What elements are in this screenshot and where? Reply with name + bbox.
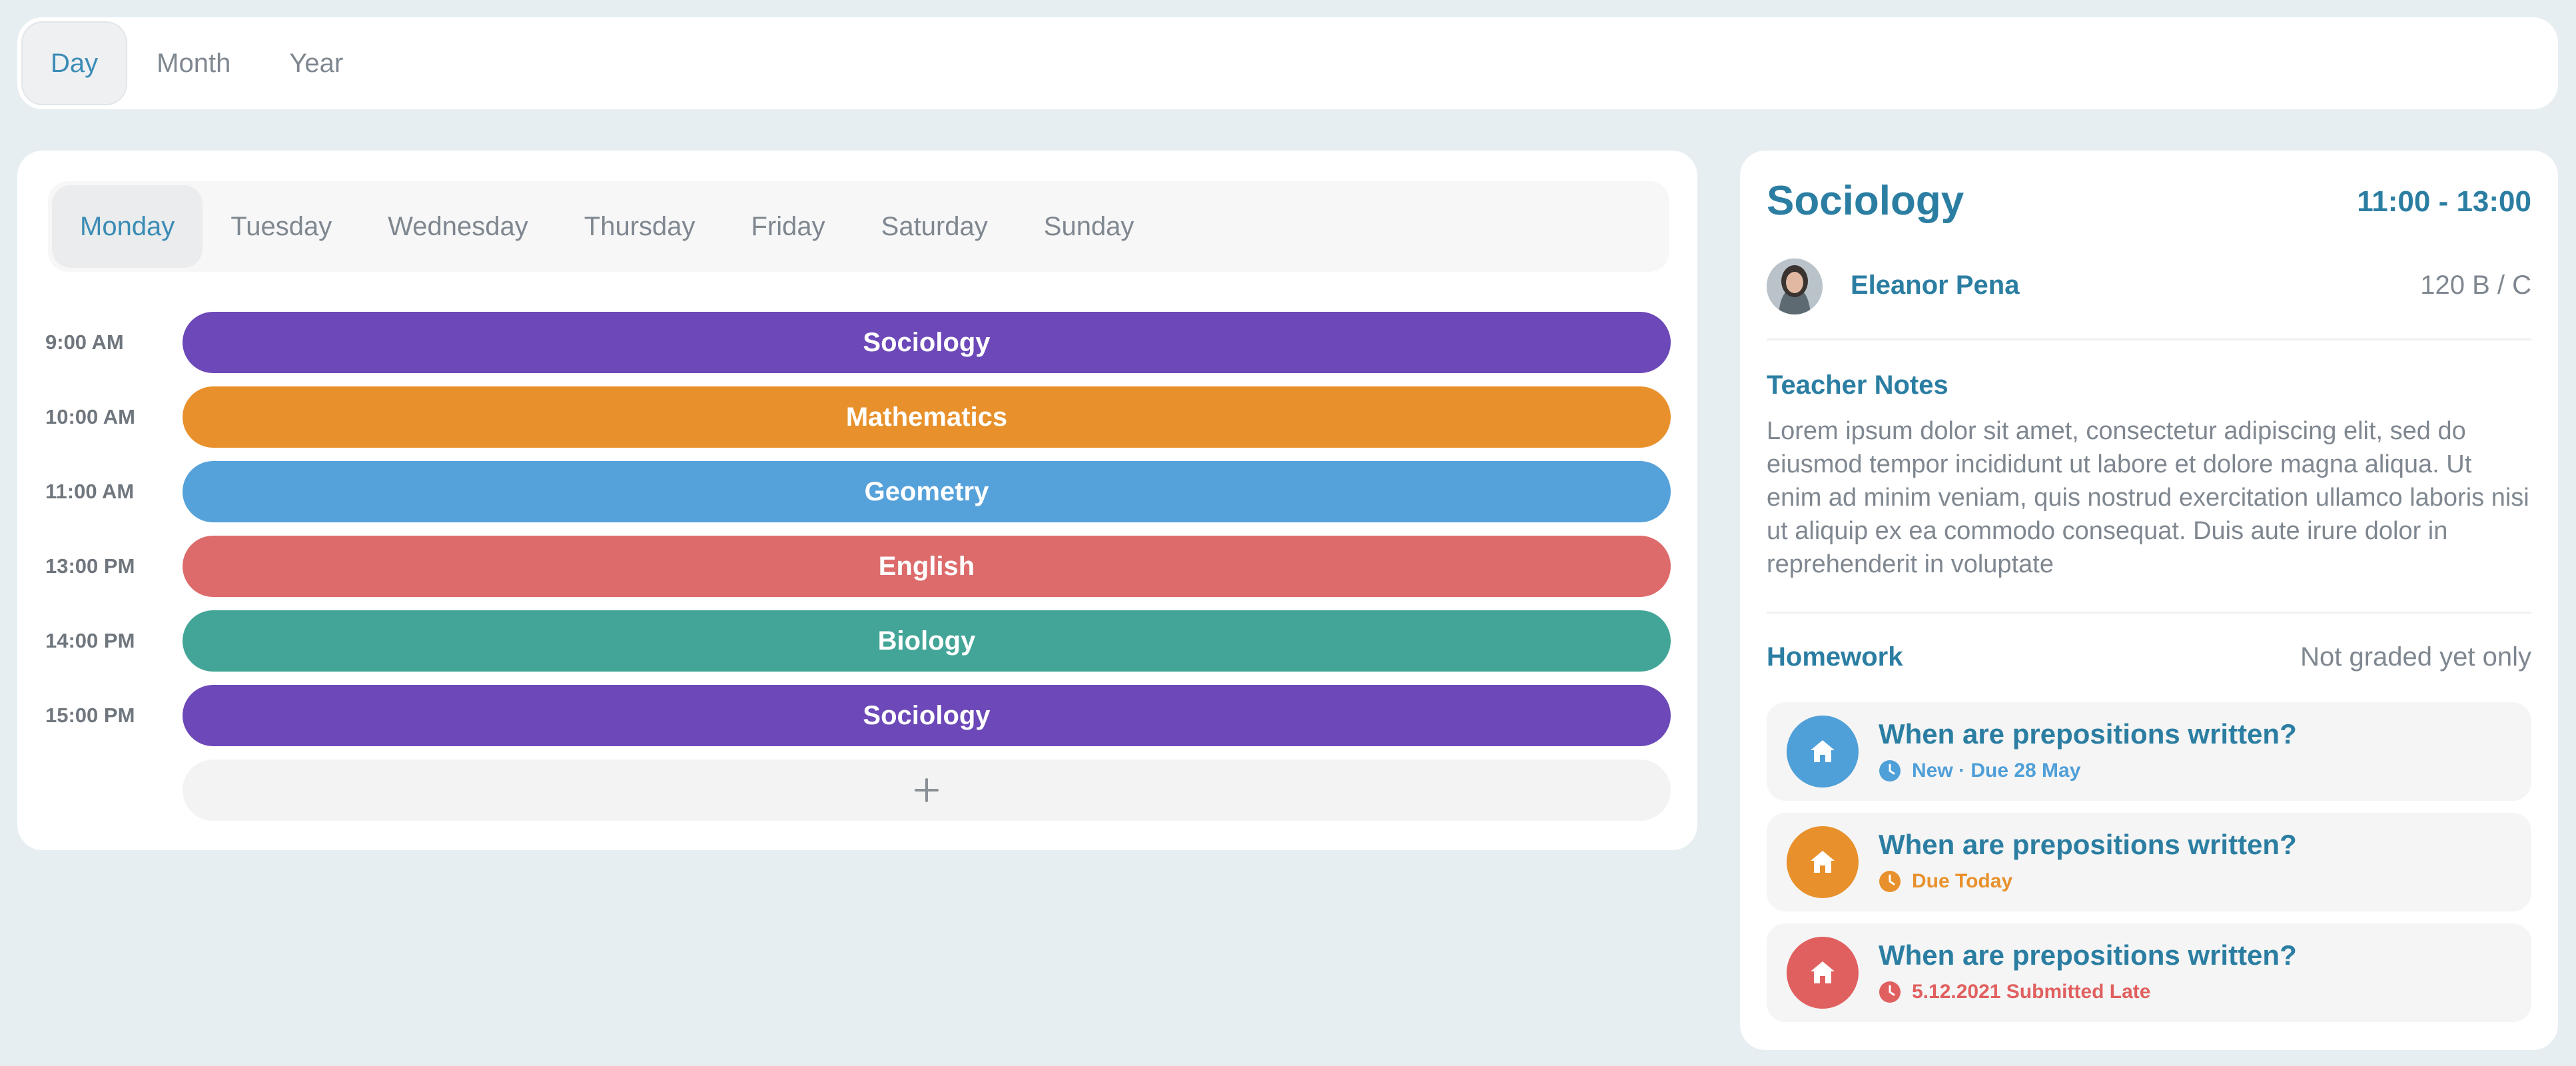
clock-icon [1879, 871, 1901, 892]
tab-year[interactable]: Year [260, 21, 372, 105]
lesson-row: 9:00 AM Sociology [45, 312, 1671, 373]
clock-icon [1879, 981, 1901, 1003]
detail-title: Sociology [1767, 178, 1964, 224]
tab-tuesday[interactable]: Tuesday [203, 185, 360, 268]
lesson-row: 14:00 PM Biology [45, 610, 1671, 672]
tab-friday[interactable]: Friday [723, 185, 853, 268]
avatar [1767, 259, 1823, 314]
notes-heading: Teacher Notes [1767, 370, 1948, 400]
divider [1767, 612, 2531, 614]
tab-sunday[interactable]: Sunday [1016, 185, 1162, 268]
room-label: 120 B / C [2420, 270, 2531, 300]
homework-status: 5.12.2021 Submitted Late [1879, 981, 2150, 1003]
lesson-time: 15:00 PM [45, 704, 135, 727]
homework-title: When are prepositions written? [1879, 939, 2297, 971]
lesson-row: 11:00 AM Geometry [45, 461, 1671, 522]
lesson-row: 10:00 AM Mathematics [45, 386, 1671, 448]
view-range-tabs: Day Month Year [17, 17, 2558, 109]
teacher-photo [1767, 259, 1823, 314]
homework-item[interactable]: When are prepositions written? New · Due… [1767, 702, 2531, 801]
homework-item[interactable]: When are prepositions written? Due Today [1767, 813, 2531, 911]
homework-status: Due Today [1879, 870, 2012, 893]
lesson-biology[interactable]: Biology [183, 610, 1671, 672]
plus-icon [915, 778, 939, 802]
homework-title: When are prepositions written? [1879, 829, 2297, 860]
lesson-time: 11:00 AM [45, 480, 135, 503]
tab-day[interactable]: Day [21, 21, 128, 105]
tab-saturday[interactable]: Saturday [853, 185, 1016, 268]
teacher-name[interactable]: Eleanor Pena [1851, 270, 2019, 300]
homework-status: New · Due 28 May [1879, 760, 2080, 782]
lesson-mathematics[interactable]: Mathematics [183, 386, 1671, 448]
homework-title: When are prepositions written? [1879, 718, 2297, 750]
tab-month[interactable]: Month [127, 21, 260, 105]
notes-text: Lorem ipsum dolor sit amet, consectetur … [1767, 417, 2529, 578]
divider [1767, 338, 2531, 340]
lesson-row: 13:00 PM English [45, 536, 1671, 597]
homework-status-text: Due Today [1912, 870, 2013, 892]
home-icon [1787, 826, 1859, 898]
weekday-tabs: Monday Tuesday Wednesday Thursday Friday… [48, 181, 1669, 272]
lesson-geometry[interactable]: Geometry [183, 461, 1671, 522]
lesson-row: 15:00 PM Sociology [45, 685, 1671, 746]
lesson-detail-panel: Sociology 11:00 - 13:00 Eleanor Pena 120… [1740, 151, 2558, 1050]
lesson-sociology[interactable]: Sociology [183, 312, 1671, 373]
homework-heading: Homework [1767, 642, 1903, 672]
homework-filter[interactable]: Not graded yet only [2300, 642, 2531, 672]
add-lesson-row [45, 760, 1671, 821]
tab-wednesday[interactable]: Wednesday [360, 185, 556, 268]
lesson-english[interactable]: English [183, 536, 1671, 597]
lesson-time: 9:00 AM [45, 330, 124, 354]
lesson-time: 10:00 AM [45, 405, 135, 428]
tab-monday[interactable]: Monday [52, 185, 203, 268]
tab-thursday[interactable]: Thursday [556, 185, 723, 268]
homework-status-text: 5.12.2021 Submitted Late [1912, 981, 2151, 1003]
clock-icon [1879, 760, 1901, 782]
lesson-time: 14:00 PM [45, 629, 135, 652]
home-icon [1787, 937, 1859, 1009]
home-icon [1787, 716, 1859, 788]
homework-status-text: New · Due 28 May [1912, 760, 2081, 782]
detail-time: 11:00 - 13:00 [2357, 185, 2531, 218]
lesson-time: 13:00 PM [45, 554, 135, 578]
homework-item[interactable]: When are prepositions written? 5.12.2021… [1767, 923, 2531, 1022]
add-lesson-button[interactable] [183, 760, 1671, 821]
schedule-panel: Monday Tuesday Wednesday Thursday Friday… [17, 151, 1697, 850]
lesson-sociology-2[interactable]: Sociology [183, 685, 1671, 746]
